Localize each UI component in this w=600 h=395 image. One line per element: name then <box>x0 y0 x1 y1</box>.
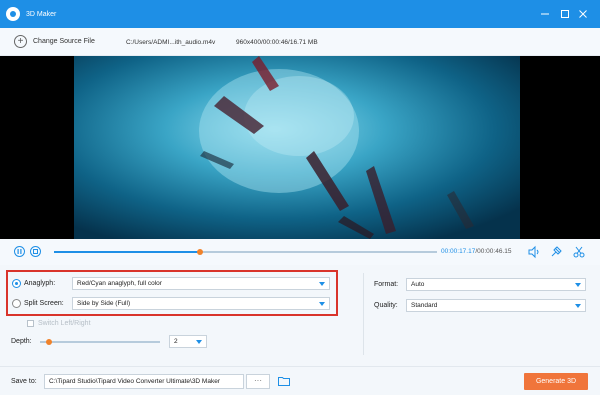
depth-select[interactable]: 2 <box>169 335 207 348</box>
total-time: /00:00:46.15 <box>475 248 512 255</box>
anaglyph-select[interactable]: Red/Cyan anaglyph, full color <box>72 277 330 290</box>
anaglyph-value: Red/Cyan anaglyph, full color <box>77 280 162 287</box>
cut-icon[interactable] <box>572 245 586 259</box>
switch-left-right-label: Switch Left/Right <box>38 320 91 327</box>
format-value: Auto <box>411 281 425 288</box>
3d-maker-window: 3D Maker + Change Source File C:/Users/A… <box>0 0 600 395</box>
source-bar: + Change Source File C:/Users/ADMI...ith… <box>0 28 600 56</box>
format-select[interactable]: Auto <box>406 278 586 291</box>
source-file-path: C:/Users/ADMI...ith_audio.m4v <box>126 39 216 46</box>
anaglyph-radio[interactable] <box>12 279 21 288</box>
save-bar: Save to: C:\Tipard Studio\Tipard Video C… <box>0 366 600 395</box>
pause-icon <box>17 249 22 254</box>
source-file-info: 960x400/00:00:46/16.71 MB <box>236 39 318 46</box>
minimize-icon[interactable] <box>538 7 552 21</box>
chevron-down-icon <box>575 283 581 287</box>
depth-handle[interactable] <box>46 339 52 345</box>
quality-select[interactable]: Standard <box>406 299 586 312</box>
add-source-icon[interactable]: + <box>14 35 27 48</box>
switch-left-right-checkbox[interactable] <box>27 320 34 327</box>
playback-controls: 00:00:17.17/00:00:46.15 <box>0 239 600 265</box>
snapshot-icon[interactable] <box>549 245 563 259</box>
app-logo-icon <box>6 7 20 21</box>
quality-value: Standard <box>411 302 438 309</box>
settings-panel: Anaglyph: Red/Cyan anaglyph, full color … <box>0 265 600 366</box>
stop-icon <box>33 249 38 254</box>
generate-3d-button[interactable]: Generate 3D <box>524 373 588 390</box>
time-display: 00:00:17.17/00:00:46.15 <box>441 248 512 255</box>
quality-label: Quality: <box>374 302 398 309</box>
chevron-down-icon <box>319 282 325 286</box>
depth-slider[interactable] <box>40 339 160 345</box>
chevron-down-icon <box>575 304 581 308</box>
video-preview <box>0 56 600 239</box>
split-screen-label: Split Screen: <box>24 300 64 307</box>
stop-button[interactable] <box>30 246 41 257</box>
anaglyph-label: Anaglyph: <box>24 280 56 287</box>
divider <box>363 273 364 355</box>
title-bar: 3D Maker <box>0 0 600 28</box>
depth-value: 2 <box>174 338 178 345</box>
current-time: 00:00:17.17 <box>441 248 476 255</box>
folder-icon[interactable] <box>278 376 290 386</box>
volume-icon[interactable] <box>527 245 541 259</box>
chevron-down-icon <box>319 302 325 306</box>
pause-button[interactable] <box>14 246 25 257</box>
close-icon[interactable] <box>576 7 590 21</box>
chevron-down-icon <box>196 340 202 344</box>
progress-fill <box>54 251 200 253</box>
window-title: 3D Maker <box>26 10 57 18</box>
save-to-label: Save to: <box>11 378 37 385</box>
split-screen-select[interactable]: Side by Side (Full) <box>72 297 330 310</box>
video-frame <box>74 56 520 239</box>
progress-slider[interactable] <box>54 249 437 255</box>
browse-button[interactable]: ··· <box>246 374 270 389</box>
maximize-icon[interactable] <box>558 7 572 21</box>
split-screen-radio[interactable] <box>12 299 21 308</box>
split-screen-value: Side by Side (Full) <box>77 300 131 307</box>
save-path-field[interactable]: C:\Tipard Studio\Tipard Video Converter … <box>44 374 244 389</box>
depth-label: Depth: <box>11 338 32 345</box>
progress-handle[interactable] <box>196 249 203 255</box>
format-label: Format: <box>374 281 399 288</box>
change-source-button[interactable]: Change Source File <box>33 38 95 45</box>
